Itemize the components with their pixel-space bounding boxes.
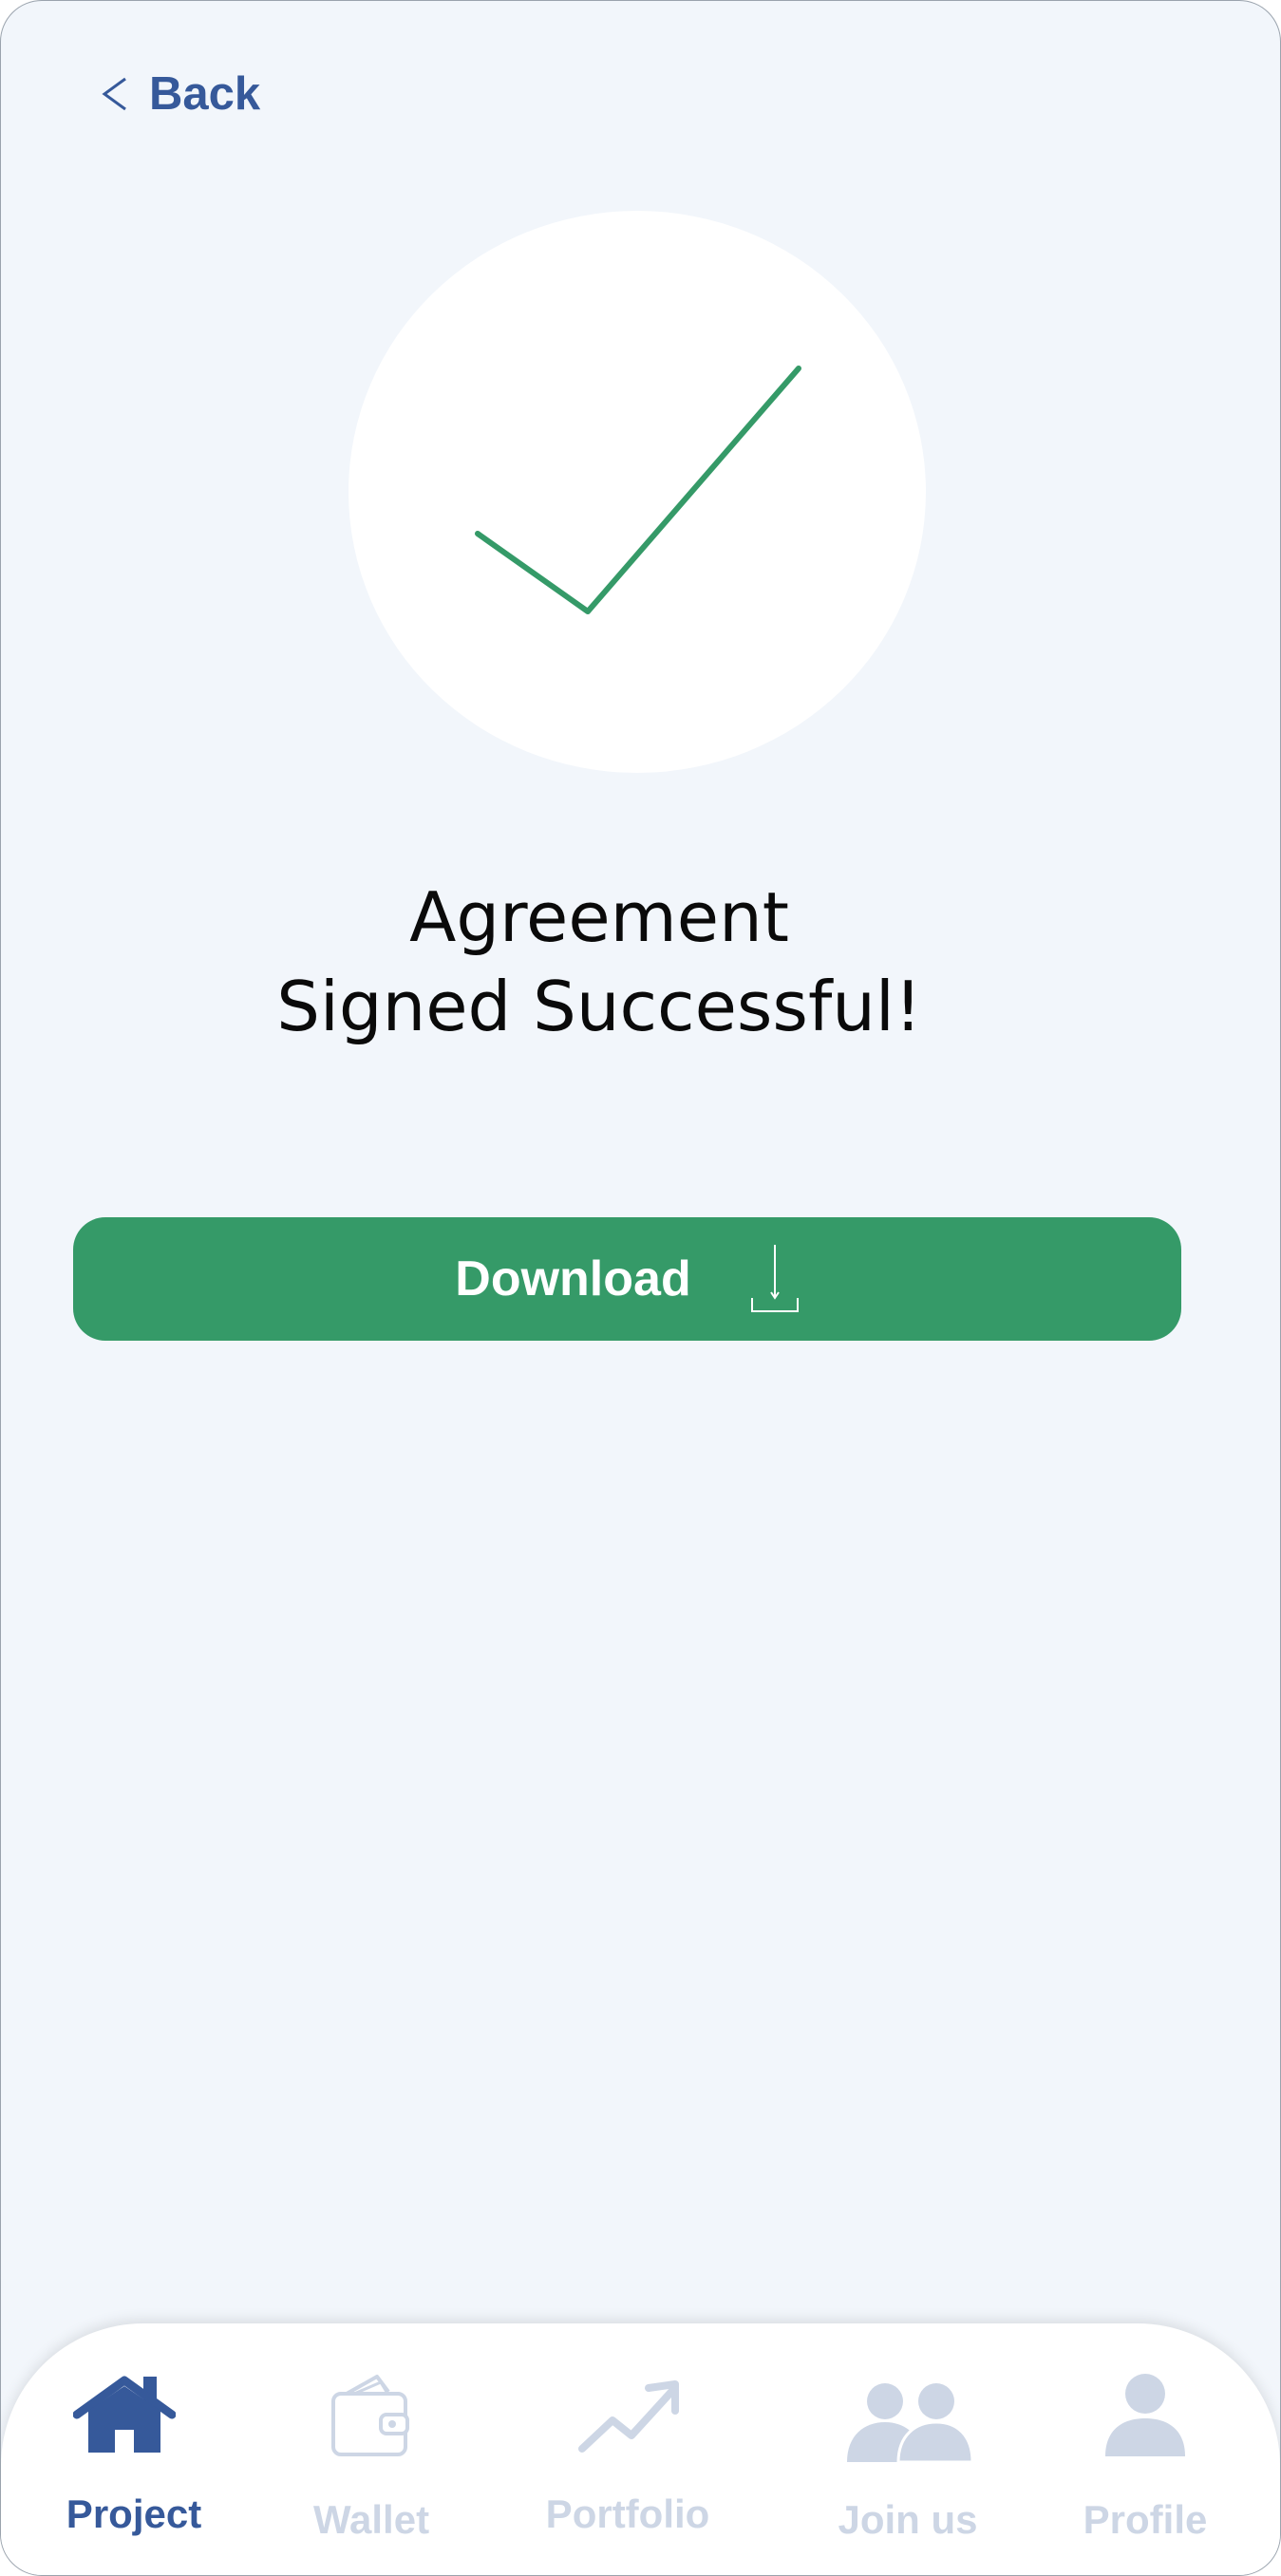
nav-label-join-us: Join us — [838, 2497, 978, 2542]
success-circle — [349, 211, 926, 773]
nav-label-project: Project — [66, 2491, 202, 2536]
back-button[interactable]: Back — [100, 67, 260, 121]
success-title-line-2: Signed Successful! — [276, 967, 922, 1046]
nav-item-join-us[interactable]: Join us — [832, 2323, 984, 2575]
nav-item-portfolio[interactable]: Portfolio — [546, 2323, 709, 2575]
download-label: Download — [455, 1251, 691, 1307]
user-icon — [1102, 2373, 1189, 2458]
nav-label-profile: Profile — [1083, 2497, 1208, 2542]
wallet-icon — [330, 2373, 411, 2458]
nav-item-profile[interactable]: Profile — [1069, 2323, 1221, 2575]
download-icon — [750, 1243, 800, 1320]
app-screen: Back Agreement Signed Successful! Downlo… — [0, 0, 1281, 2576]
nav-label-portfolio: Portfolio — [545, 2491, 710, 2536]
download-button[interactable]: Download — [73, 1217, 1181, 1341]
nav-item-project[interactable]: Project — [58, 2323, 210, 2575]
nav-item-wallet[interactable]: Wallet — [295, 2323, 447, 2575]
chevron-left-icon — [100, 75, 128, 113]
home-icon — [73, 2375, 176, 2454]
nav-label-wallet: Wallet — [312, 2497, 430, 2542]
back-label: Back — [149, 68, 261, 120]
checkmark-icon — [475, 366, 801, 614]
success-title-line-1: Agreement — [409, 877, 789, 957]
success-title: Agreement Signed Successful! — [172, 873, 1027, 1051]
trending-up-icon — [576, 2379, 683, 2454]
users-icon — [845, 2382, 974, 2464]
bottom-navigation: Project Wallet Portfolio Join us Profile — [1, 2323, 1280, 2575]
